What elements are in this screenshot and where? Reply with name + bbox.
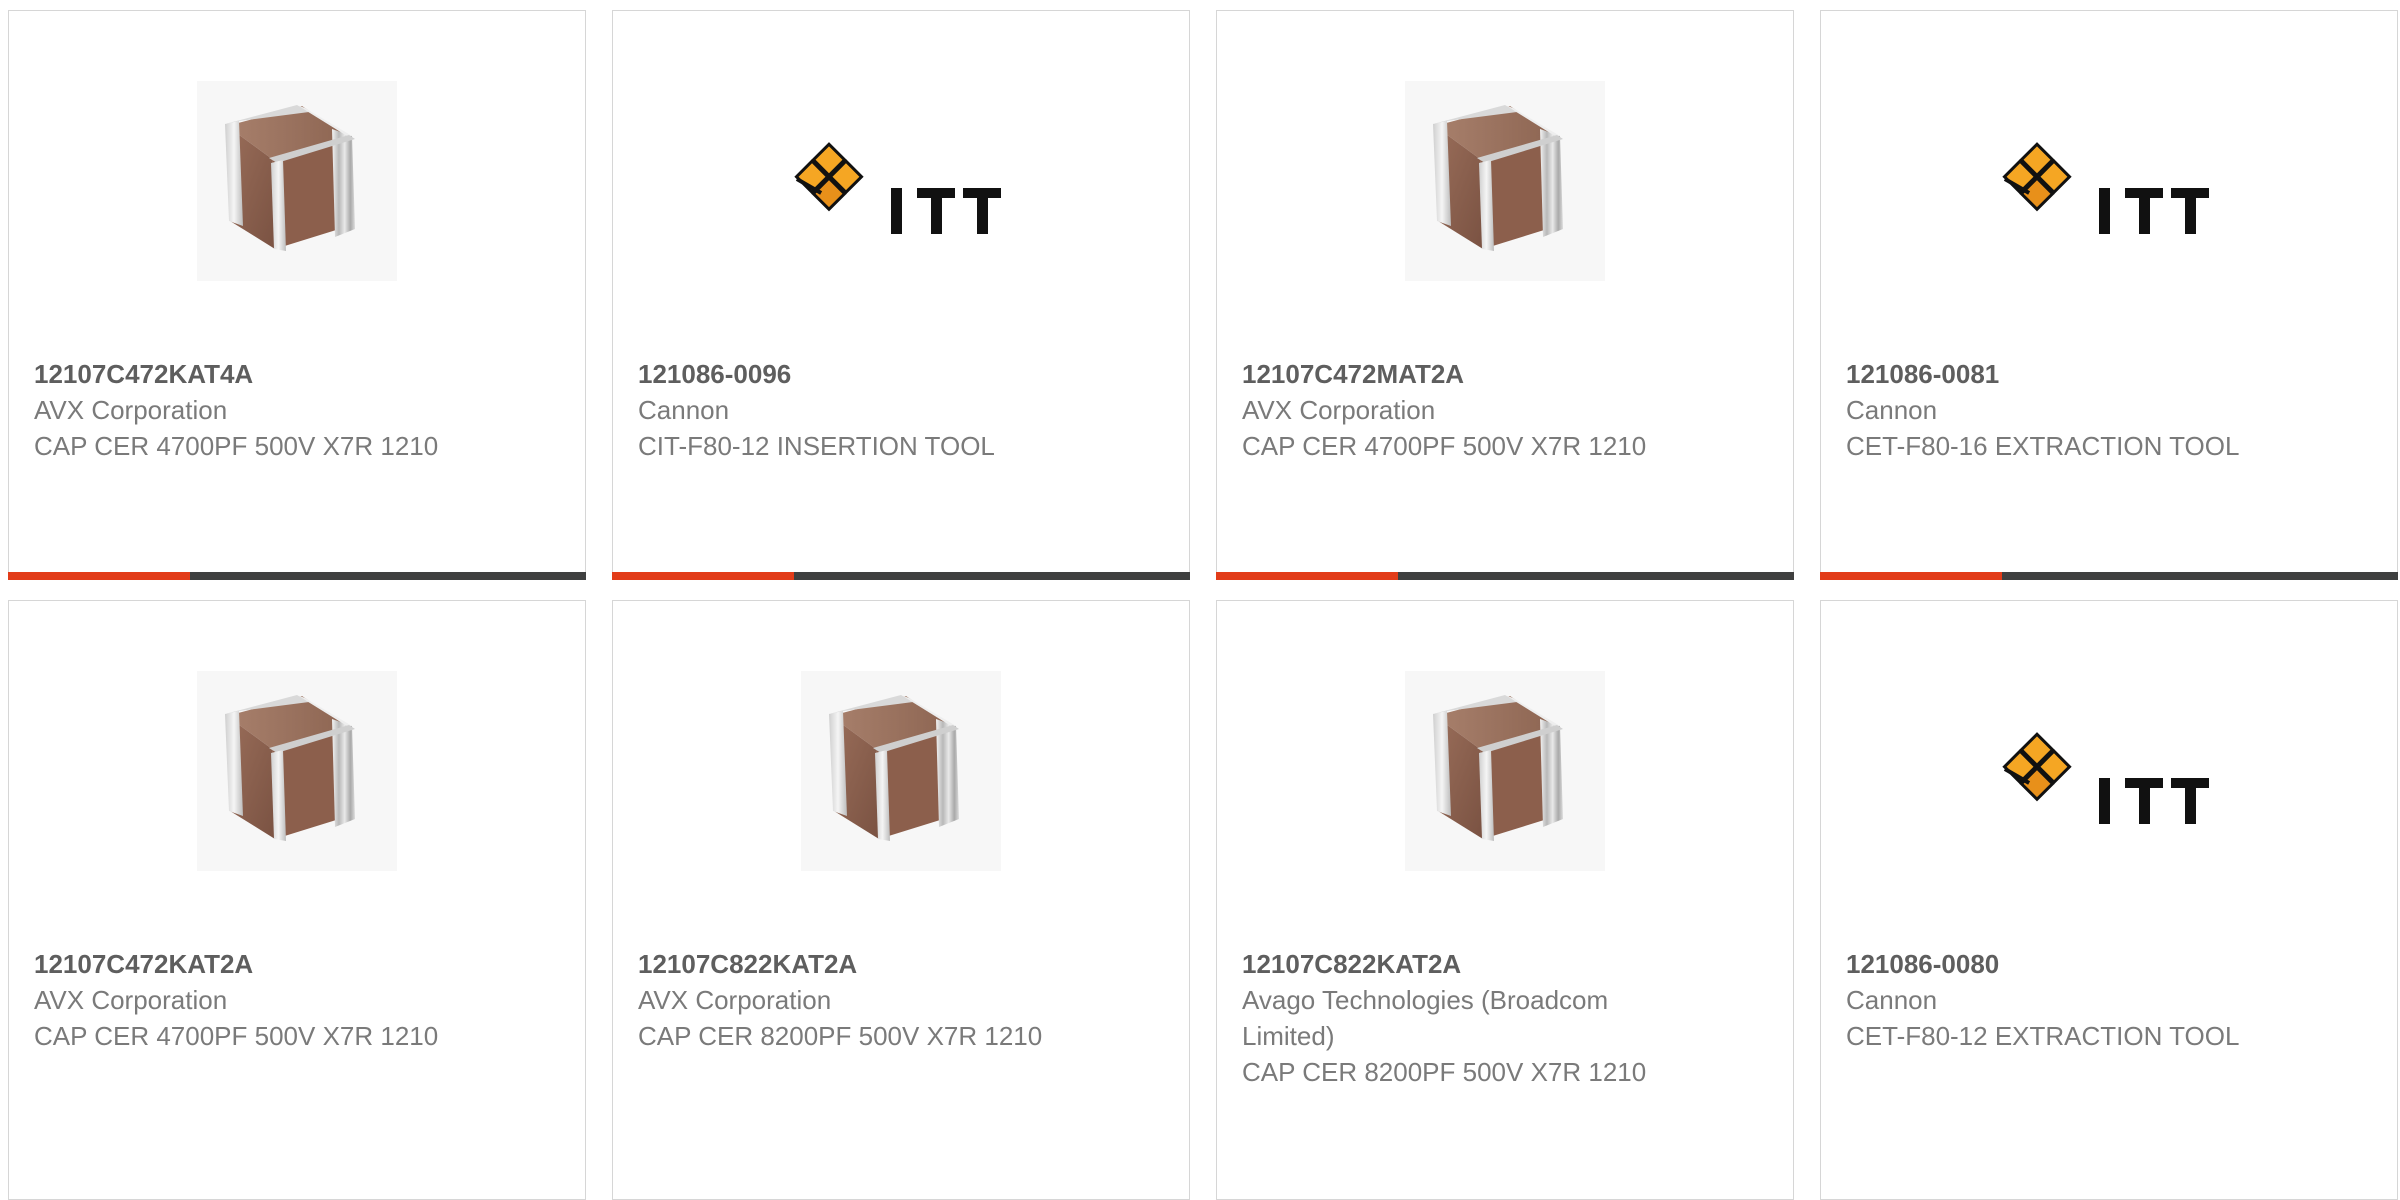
product-card[interactable]: 121086-0080 Cannon CET-F80-12 EXTRACTION… (1820, 600, 2398, 1200)
product-thumbnail[interactable] (1217, 601, 1793, 941)
ceramic-capacitor-icon (197, 671, 397, 871)
description: CIT-F80-12 INSERTION TOOL (638, 431, 995, 461)
product-card[interactable]: 12107C822KAT2A AVX Corporation CAP CER 8… (612, 600, 1190, 1200)
ceramic-capacitor-icon (801, 671, 1001, 871)
part-number[interactable]: 12107C822KAT2A (1242, 946, 1672, 982)
ceramic-capacitor-icon (1405, 81, 1605, 281)
card-footer-bar (612, 572, 1190, 580)
manufacturer: AVX Corporation (34, 395, 228, 425)
manufacturer: Cannon (638, 395, 730, 425)
manufacturer: Avago Technologies (Broadcom Limited) (1242, 985, 1609, 1051)
card-accent (612, 572, 794, 580)
part-number[interactable]: 12107C472KAT2A (34, 946, 464, 982)
part-number[interactable]: 121086-0096 (638, 356, 1068, 392)
card-accent (1216, 572, 1398, 580)
itt-logo-icon (1999, 126, 2219, 246)
product-card[interactable]: 12107C472KAT4A AVX Corporation CAP CER 4… (8, 10, 586, 580)
product-thumbnail[interactable] (1217, 11, 1793, 351)
product-card[interactable]: 121086-0081 Cannon CET-F80-16 EXTRACTION… (1820, 10, 2398, 580)
description: CAP CER 8200PF 500V X7R 1210 (638, 1021, 1043, 1051)
manufacturer: Cannon (1846, 985, 1938, 1015)
product-thumbnail[interactable] (9, 601, 585, 941)
description: CAP CER 4700PF 500V X7R 1210 (34, 1021, 439, 1051)
part-number[interactable]: 12107C472MAT2A (1242, 356, 1672, 392)
card-footer-bar (1216, 572, 1794, 580)
product-thumbnail[interactable] (1821, 11, 2397, 351)
description: CAP CER 4700PF 500V X7R 1210 (1242, 431, 1647, 461)
description: CET-F80-12 EXTRACTION TOOL (1846, 1021, 2240, 1051)
product-card[interactable]: 121086-0096 Cannon CIT-F80-12 INSERTION … (612, 10, 1190, 580)
card-accent (1820, 572, 2002, 580)
product-thumbnail[interactable] (613, 601, 1189, 941)
part-number[interactable]: 121086-0080 (1846, 946, 2276, 982)
itt-logo-icon (791, 126, 1011, 246)
product-card[interactable]: 12107C472KAT2A AVX Corporation CAP CER 4… (8, 600, 586, 1200)
card-footer-bar (1820, 572, 2398, 580)
part-number[interactable]: 12107C472KAT4A (34, 356, 464, 392)
description: CAP CER 8200PF 500V X7R 1210 (1242, 1057, 1647, 1087)
part-number[interactable]: 121086-0081 (1846, 356, 2276, 392)
ceramic-capacitor-icon (1405, 671, 1605, 871)
manufacturer: Cannon (1846, 395, 1938, 425)
part-number[interactable]: 12107C822KAT2A (638, 946, 1068, 982)
manufacturer: AVX Corporation (34, 985, 228, 1015)
description: CET-F80-16 EXTRACTION TOOL (1846, 431, 2240, 461)
product-thumbnail[interactable] (9, 11, 585, 351)
description: CAP CER 4700PF 500V X7R 1210 (34, 431, 439, 461)
card-accent (8, 572, 190, 580)
ceramic-capacitor-icon (197, 81, 397, 281)
product-grid: 12107C472KAT4A AVX Corporation CAP CER 4… (0, 0, 2400, 1200)
product-card[interactable]: 12107C822KAT2A Avago Technologies (Broad… (1216, 600, 1794, 1200)
product-card[interactable]: 12107C472MAT2A AVX Corporation CAP CER 4… (1216, 10, 1794, 580)
itt-logo-icon (1999, 716, 2219, 836)
product-thumbnail[interactable] (1821, 601, 2397, 941)
product-thumbnail[interactable] (613, 11, 1189, 351)
card-footer-bar (8, 572, 586, 580)
manufacturer: AVX Corporation (638, 985, 832, 1015)
manufacturer: AVX Corporation (1242, 395, 1436, 425)
